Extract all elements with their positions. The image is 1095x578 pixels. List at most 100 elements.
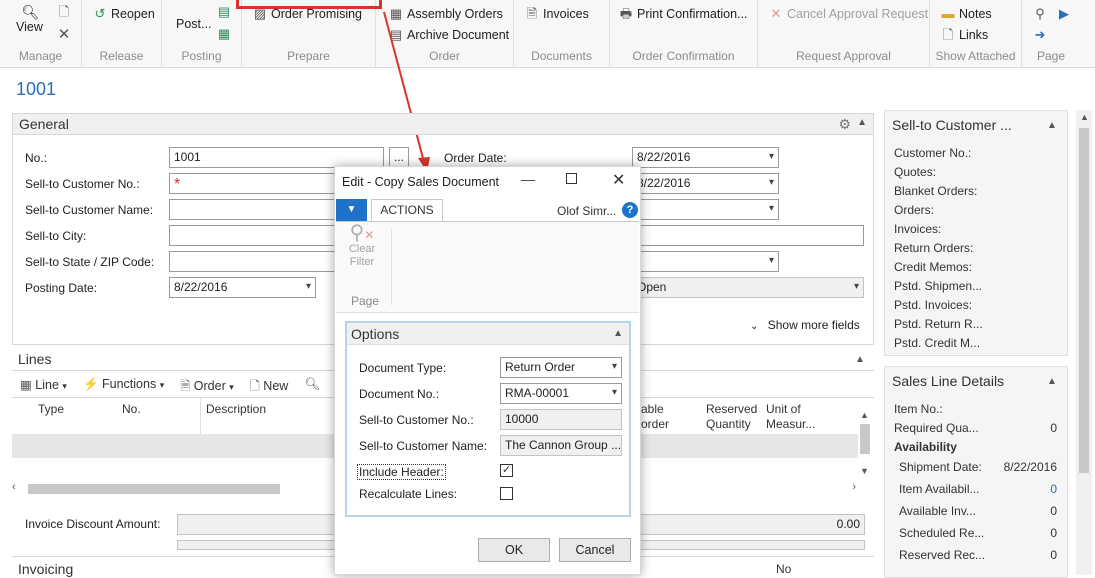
maximize-icon[interactable] <box>566 173 577 184</box>
new-document-icon[interactable]: 🗋 <box>56 4 72 20</box>
factbox-line-title[interactable]: Sales Line Details <box>892 373 1004 389</box>
include-header-checkbox[interactable]: ✓ <box>500 464 513 477</box>
required-marker: * <box>174 176 181 193</box>
print-confirmation-button[interactable]: 🖶 Print Confirmation... <box>618 6 748 22</box>
ribbon-group-show-attached: ▬ Notes 🗋 Links Show Attached <box>930 0 1022 68</box>
sell-to-customer-no-label: Sell-to Customer No.: <box>25 177 140 191</box>
delete-icon[interactable]: ✕ <box>56 27 72 43</box>
general-header[interactable]: General ⚙ ▲ <box>12 113 874 135</box>
document-date-field[interactable]: 8/22/2016 ▾ <box>632 173 779 194</box>
links-label: Links <box>959 28 989 42</box>
no-field[interactable]: 1001 <box>169 147 384 168</box>
factbox-customer-title[interactable]: Sell-to Customer ... <box>892 117 1012 133</box>
factbox-customer-item: Invoices: <box>894 222 942 236</box>
requested-delivery-date-field[interactable]: ▾ <box>632 199 779 220</box>
customer-name-field[interactable]: The Cannon Group ... <box>500 435 622 456</box>
dialog-menu-button[interactable]: ▼ <box>336 199 367 221</box>
col-unit-of-measure[interactable]: Unit of Measur... <box>766 402 815 432</box>
show-more-fields-link[interactable]: ⌄ Show more fields <box>750 318 860 332</box>
archive-document-button[interactable]: ▤ Archive Document <box>388 27 509 43</box>
recalculate-lines-checkbox[interactable] <box>500 487 513 500</box>
options-header[interactable]: Options ▲ <box>347 323 629 345</box>
collapse-factbox-icon[interactable]: ▲ <box>1047 120 1057 131</box>
salesperson-field[interactable]: ▾ <box>632 251 779 272</box>
posting-date-field[interactable]: 8/22/2016 ▾ <box>169 277 316 298</box>
gear-icon[interactable]: ⚙ <box>838 116 851 133</box>
lines-title[interactable]: Lines <box>18 351 51 367</box>
col-reserved-qty[interactable]: Reserved Quantity <box>706 402 757 432</box>
cancel-approval-button[interactable]: ✕ Cancel Approval Request <box>768 6 929 22</box>
order-menu[interactable]: 🗎 Order ▾ <box>180 377 234 398</box>
document-type-select[interactable]: Return Order ▾ <box>500 357 622 378</box>
help-icon[interactable]: ? <box>622 202 638 218</box>
functions-menu[interactable]: ⚡ Functions ▾ <box>83 377 164 398</box>
col-able-order[interactable]: able order <box>641 402 669 432</box>
document-type-label: Document Type: <box>359 361 447 375</box>
test-report-icon[interactable]: ▦ <box>216 26 232 42</box>
tab-actions-label: ACTIONS <box>380 203 434 217</box>
find-icon[interactable]: 🔍︎ <box>304 377 320 398</box>
ribbon-group-manage: 🔍︎ View 🗋 ✕ Manage <box>0 0 82 68</box>
cancel-button[interactable]: Cancel <box>559 538 631 562</box>
ribbon-group-order: ▦ Assembly Orders ▤ Archive Document Ord… <box>376 0 514 68</box>
factbox-line-value[interactable]: 0 <box>990 482 1057 496</box>
chevron-down-icon: ▾ <box>305 281 311 292</box>
reopen-button[interactable]: ↺ Reopen <box>92 6 155 22</box>
no-assist-button[interactable]: ... <box>389 147 409 168</box>
post-label: Post... <box>176 17 212 31</box>
ok-button[interactable]: OK <box>478 538 550 562</box>
order-menu-label: Order <box>193 379 226 393</box>
invoices-label: Invoices <box>543 7 589 21</box>
external-document-field[interactable] <box>632 225 864 246</box>
clear-filter-icon[interactable]: ⚲ <box>1032 6 1048 22</box>
options-section: Options ▲ Document Type: Return Order ▾ … <box>345 321 631 517</box>
chevron-down-icon: ▾ <box>159 380 165 390</box>
links-button[interactable]: 🗋 Links <box>940 27 988 43</box>
tab-actions[interactable]: ACTIONS <box>371 199 443 221</box>
ribbon-group-page: ⚲ ▶ ➜ Page <box>1022 0 1080 68</box>
next-icon[interactable]: ▶ <box>1056 6 1072 22</box>
minimize-icon[interactable]: — <box>521 171 535 187</box>
order-date-field[interactable]: 8/22/2016 ▾ <box>632 147 779 168</box>
document-no-select[interactable]: RMA-00001 ▾ <box>500 383 622 404</box>
view-button[interactable]: 🔍︎ View <box>16 4 43 34</box>
post-batch-icon[interactable]: ▤ <box>216 4 232 20</box>
factbox-customer-item: Pstd. Shipmen... <box>894 279 983 293</box>
collapse-lines-icon[interactable]: ▲ <box>855 354 865 365</box>
sell-to-state-zip-label: Sell-to State / ZIP Code: <box>25 255 155 269</box>
page-title: 1001 <box>16 79 57 99</box>
page-vertical-scrollbar[interactable]: ▲ <box>1076 110 1092 575</box>
hscroll-thumb <box>28 484 280 494</box>
reopen-icon: ↺ <box>94 6 106 21</box>
new-label: New <box>263 379 289 393</box>
status-field[interactable]: Open ▾ <box>632 277 864 298</box>
collapse-general-icon[interactable]: ▲ <box>857 117 867 128</box>
clear-filter-button[interactable]: ⚲✕ Clear Filter <box>345 223 379 269</box>
factbox-customer-item: Pstd. Return R... <box>894 317 983 331</box>
factbox-customer-item: Blanket Orders: <box>894 184 978 198</box>
factbox-line-label: Item Availabil... <box>899 482 980 496</box>
collapse-factbox-icon[interactable]: ▲ <box>1047 376 1057 387</box>
arrow-right-icon[interactable]: ➜ <box>1032 27 1048 43</box>
customer-no-field[interactable]: 10000 <box>500 409 622 430</box>
invoices-button[interactable]: 🗎 Invoices <box>524 6 589 22</box>
links-icon: 🗋 <box>942 27 954 42</box>
factbox-customer-item: Return Orders: <box>894 241 974 255</box>
post-button[interactable]: Post... <box>176 17 211 31</box>
chevron-down-icon: ▾ <box>768 177 774 188</box>
line-menu[interactable]: ▦ Line ▾ <box>20 377 67 398</box>
notes-button[interactable]: ▬ Notes <box>940 6 992 22</box>
assembly-orders-button[interactable]: ▦ Assembly Orders <box>388 6 503 22</box>
lines-vertical-scrollbar[interactable]: ▲ ▼ <box>858 410 872 482</box>
reopen-label: Reopen <box>111 7 155 21</box>
new-line-button[interactable]: 🗋 New <box>250 377 289 398</box>
factbox-customer-item: Credit Memos: <box>894 260 973 274</box>
col-no[interactable]: No. <box>122 402 141 416</box>
col-description[interactable]: Description <box>206 402 266 416</box>
col-type[interactable]: Type <box>38 402 64 416</box>
factbox-line-value: 8/22/2016 <box>1003 460 1057 474</box>
include-header-label[interactable]: Include Header: <box>357 464 446 480</box>
factbox-line-label: Available Inv... <box>899 504 976 518</box>
close-icon[interactable]: ✕ <box>612 170 625 190</box>
status-value: Open <box>637 280 667 294</box>
